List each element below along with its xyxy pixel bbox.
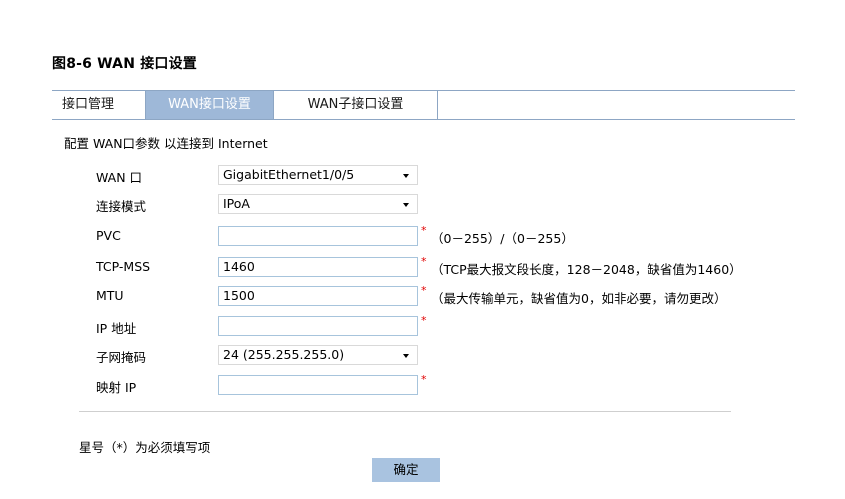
wan-port-value: GigabitEthernet1/0/5 bbox=[223, 167, 355, 182]
ok-button[interactable]: 确定 bbox=[372, 458, 440, 482]
wan-port-label: WAN 口 bbox=[96, 170, 143, 185]
form-intro: 配置 WAN口参数 以连接到 Internet bbox=[64, 136, 268, 151]
mapped-ip-input[interactable] bbox=[218, 375, 418, 395]
required-footnote: 星号（*）为必须填写项 bbox=[79, 440, 211, 455]
pvc-hint: （0－255）/（0－255） bbox=[431, 231, 574, 246]
ip-address-input[interactable] bbox=[218, 316, 418, 336]
pvc-label: PVC bbox=[96, 228, 121, 243]
mapped-ip-label: 映射 IP bbox=[96, 380, 137, 395]
connection-mode-label: 连接模式 bbox=[96, 199, 147, 214]
figure-title: 图8-6 WAN 接口设置 bbox=[52, 56, 198, 72]
tab-bar: 接口管理 WAN接口设置 WAN子接口设置 bbox=[52, 90, 795, 120]
mtu-input[interactable]: 1500 bbox=[218, 286, 418, 306]
row-mtu: MTU 1500 * （最大传输单元，缺省值为0，如非必要，请勿更改） bbox=[0, 284, 845, 310]
row-subnet-mask: 子网掩码 24 (255.255.255.0) bbox=[0, 345, 845, 369]
row-mapped-ip: 映射 IP * bbox=[0, 373, 845, 399]
row-tcp-mss: TCP-MSS 1460 * （TCP最大报文段长度，128－2048，缺省值为… bbox=[0, 255, 845, 281]
required-star: * bbox=[421, 284, 427, 297]
row-pvc: PVC * （0－255）/（0－255） bbox=[0, 224, 845, 250]
pvc-input[interactable] bbox=[218, 226, 418, 246]
row-connection-mode: 连接模式 IPoA bbox=[0, 194, 845, 218]
dropdown-caret-icon bbox=[403, 174, 409, 178]
connection-mode-value: IPoA bbox=[223, 196, 250, 211]
subnet-mask-label: 子网掩码 bbox=[96, 350, 147, 365]
dropdown-caret-icon bbox=[403, 354, 409, 358]
tab-wan-subinterface-settings[interactable]: WAN子接口设置 bbox=[274, 91, 438, 119]
tcp-mss-label: TCP-MSS bbox=[96, 259, 151, 274]
subnet-mask-select[interactable]: 24 (255.255.255.0) bbox=[218, 345, 418, 365]
tab-interface-management[interactable]: 接口管理 bbox=[52, 91, 146, 119]
wan-port-select[interactable]: GigabitEthernet1/0/5 bbox=[218, 165, 418, 185]
tcp-mss-hint: （TCP最大报文段长度，128－2048，缺省值为1460） bbox=[431, 262, 742, 277]
mtu-hint: （最大传输单元，缺省值为0，如非必要，请勿更改） bbox=[431, 291, 727, 306]
tab-wan-interface-settings[interactable]: WAN接口设置 bbox=[146, 91, 274, 119]
connection-mode-select[interactable]: IPoA bbox=[218, 194, 418, 214]
ip-address-label: IP 地址 bbox=[96, 321, 137, 336]
row-ip-address: IP 地址 * bbox=[0, 314, 845, 340]
dropdown-caret-icon bbox=[403, 203, 409, 207]
required-star: * bbox=[421, 373, 427, 386]
required-star: * bbox=[421, 255, 427, 268]
required-star: * bbox=[421, 224, 427, 237]
required-star: * bbox=[421, 314, 427, 327]
subnet-mask-value: 24 (255.255.255.0) bbox=[223, 347, 345, 362]
mtu-label: MTU bbox=[96, 288, 124, 303]
tcp-mss-input[interactable]: 1460 bbox=[218, 257, 418, 277]
row-wan-port: WAN 口 GigabitEthernet1/0/5 bbox=[0, 165, 845, 189]
form-divider bbox=[79, 411, 731, 412]
